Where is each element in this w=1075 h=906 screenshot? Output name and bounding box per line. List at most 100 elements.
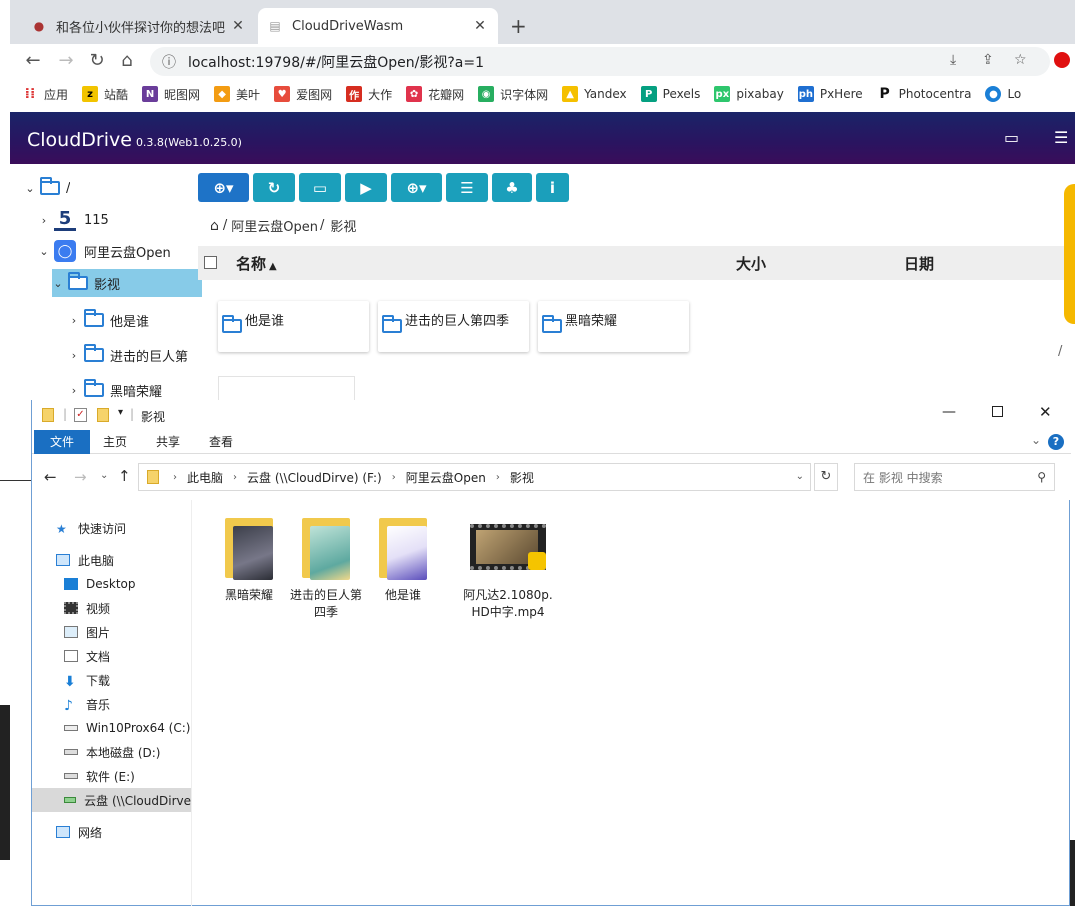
bookmark-item[interactable]: ● Lo — [985, 86, 1021, 102]
breadcrumb-item[interactable]: 阿里云盘Open — [231, 216, 318, 235]
minimize-icon[interactable]: — — [942, 404, 956, 420]
chevron-down-icon[interactable]: ⌄ — [38, 245, 50, 258]
bookmark-item[interactable]: P Pexels — [640, 86, 700, 102]
bookmark-item[interactable]: ♥ 爱图网 — [274, 86, 332, 103]
home-icon[interactable]: ⌂ — [116, 50, 138, 72]
file-item[interactable]: 阿凡达2.1080p.HD中字.mp4 — [460, 514, 556, 620]
new-tab-icon[interactable]: + — [510, 14, 527, 38]
properties-icon[interactable]: ✓ — [74, 408, 87, 422]
info-icon[interactable]: ⓘ — [162, 52, 176, 72]
recent-dropdown-icon[interactable]: ⌄ — [100, 470, 108, 481]
chevron-down-icon[interactable]: ⌄ — [1031, 433, 1041, 447]
info-button[interactable]: i — [536, 173, 569, 202]
bookmark-item[interactable]: ✿ 花瓣网 — [406, 86, 464, 103]
list-view-button[interactable]: ☰ — [446, 173, 488, 202]
chevron-right-icon[interactable]: › — [68, 384, 80, 397]
chevron-down-icon[interactable]: ⌄ — [52, 277, 64, 290]
install-icon[interactable]: ⤓ — [950, 52, 956, 68]
add-dropdown-button[interactable]: ⊕▾ — [198, 173, 249, 202]
path-dropdown-icon[interactable]: ⌄ — [796, 471, 804, 482]
tree-item-115[interactable]: › 5 115 — [38, 206, 109, 234]
folder-card[interactable]: 黑暗荣耀 — [538, 301, 689, 352]
close-icon[interactable]: ✕ — [472, 18, 488, 34]
column-date[interactable]: 日期 — [904, 253, 934, 274]
chevron-right-icon[interactable]: › — [38, 214, 50, 227]
bookmark-item[interactable]: ◉ 识字体网 — [478, 86, 548, 103]
tree-item-attack[interactable]: › 进击的巨人第 — [68, 341, 196, 369]
folder-card[interactable]: 他是谁 — [218, 301, 369, 352]
select-all-checkbox[interactable] — [204, 256, 217, 269]
bookmark-item[interactable]: ph PxHere — [797, 86, 863, 102]
customize-icon[interactable]: ▾ — [118, 407, 123, 418]
share-icon[interactable]: ⇪ — [982, 52, 994, 68]
star-icon[interactable]: ☆ — [1014, 52, 1027, 68]
bookmark-item[interactable]: ◆ 美叶 — [214, 86, 260, 103]
nav-network[interactable]: 网络 — [56, 820, 214, 844]
reload-icon[interactable]: ↻ — [86, 50, 108, 72]
tree-item-aliyun[interactable]: ⌄ ◯ 阿里云盘Open — [38, 237, 171, 265]
close-icon[interactable]: ✕ — [1039, 403, 1052, 421]
nav-quick-access[interactable]: ★ 快速访问 — [56, 516, 214, 540]
maximize-icon[interactable] — [992, 406, 1003, 417]
zoom-dropdown-button[interactable]: ⊕▾ — [391, 173, 442, 202]
tree-item-root[interactable]: ⌄ / — [24, 174, 70, 202]
bookmark-apps[interactable]: ⁞⁞ 应用 — [22, 86, 68, 103]
ribbon-tab-home[interactable]: 主页 — [94, 430, 136, 454]
bookmark-item[interactable]: z 站酷 — [82, 86, 128, 103]
up-icon[interactable]: ↑ — [118, 467, 131, 485]
desktop-button[interactable]: ▭ — [299, 173, 341, 202]
bookmark-item[interactable]: ▲ Yandex — [562, 86, 627, 102]
chevron-right-icon[interactable]: › — [68, 349, 80, 362]
ribbon-tab-share[interactable]: 共享 — [147, 430, 189, 454]
help-icon[interactable]: ? — [1048, 434, 1064, 450]
chevron-right-icon[interactable]: › — [68, 314, 80, 327]
path-segment[interactable]: 此电脑 — [187, 469, 223, 486]
search-input[interactable]: 在 影视 中搜索 ⚲ — [854, 463, 1055, 491]
column-size[interactable]: 大小 — [736, 253, 766, 274]
breadcrumb-item[interactable]: 影视 — [330, 216, 356, 235]
side-slash: / — [1058, 344, 1063, 359]
new-folder-icon[interactable] — [97, 408, 109, 422]
folder-card[interactable]: 进击的巨人第四季 — [378, 301, 529, 352]
bookmark-item[interactable]: P Photocentra — [877, 86, 971, 102]
chevron-down-icon[interactable]: ⌄ — [24, 182, 36, 195]
home-icon[interactable]: ⌂ — [210, 218, 219, 234]
side-panel-tab[interactable] — [1064, 184, 1075, 324]
path-segment[interactable]: 云盘 (\\CloudDirve) (F:) — [247, 469, 382, 486]
folder-icon — [68, 272, 88, 290]
tree-item-shui[interactable]: › 他是谁 — [68, 306, 196, 334]
omnibox[interactable]: ⓘ localhost:19798/#/阿里云盘Open/影视?a=1 — [150, 47, 1050, 76]
back-icon[interactable]: ← — [22, 50, 44, 72]
close-icon[interactable]: ✕ — [230, 18, 246, 34]
ribbon-tab-file[interactable]: 文件 — [34, 430, 90, 454]
forward-icon[interactable]: → — [55, 50, 77, 72]
task-list-icon[interactable]: ☰ — [1054, 128, 1068, 147]
tree-view-button[interactable]: ♣ — [492, 173, 532, 202]
ribbon-tab-view[interactable]: 查看 — [200, 430, 242, 454]
column-name[interactable]: 名称 ▲ — [236, 253, 277, 274]
bookmark-item[interactable]: px pixabay — [714, 86, 784, 102]
bookmark-item[interactable]: N 昵图网 — [142, 86, 200, 103]
monitor-icon[interactable]: ▭ — [1004, 128, 1019, 147]
path-segment[interactable]: 影视 — [510, 469, 534, 486]
back-icon[interactable]: ← — [44, 468, 57, 486]
refresh-button[interactable]: ↻ — [253, 173, 295, 202]
forward-icon[interactable]: → — [74, 468, 87, 486]
file-item[interactable]: 他是谁 — [363, 514, 443, 603]
nav-cloud-drive[interactable]: 云盘 (\\CloudDirve — [32, 788, 191, 812]
extension-icon[interactable] — [1054, 52, 1070, 68]
tree-item-yingshi[interactable]: ⌄ 影视 — [52, 269, 202, 297]
app-navbar: CloudDrive 0.3.8(Web1.0.25.0) ▭ ☰ — [10, 112, 1075, 164]
folder-name: 黑暗荣耀 — [565, 314, 618, 329]
file-item[interactable]: 进击的巨人第四季 — [286, 514, 366, 620]
bookmark-item[interactable]: 作大作 — [346, 86, 392, 103]
play-button[interactable]: ▶ — [345, 173, 387, 202]
path-bar[interactable]: › 此电脑 › 云盘 (\\CloudDirve) (F:) › 阿里云盘Ope… — [138, 463, 811, 491]
path-segment[interactable]: 阿里云盘Open — [406, 469, 486, 486]
brand[interactable]: CloudDrive 0.3.8(Web1.0.25.0) — [27, 129, 242, 151]
file-item[interactable]: 黑暗荣耀 — [209, 514, 289, 603]
tab-clouddrive[interactable]: ▤ CloudDriveWasm ✕ — [258, 8, 498, 44]
tab-bbs[interactable]: ● 和各位小伙伴探讨你的想法吧 | 爱 ✕ — [22, 8, 256, 44]
nav-this-pc[interactable]: 此电脑 — [56, 548, 214, 572]
refresh-icon[interactable]: ↻ — [814, 463, 838, 491]
